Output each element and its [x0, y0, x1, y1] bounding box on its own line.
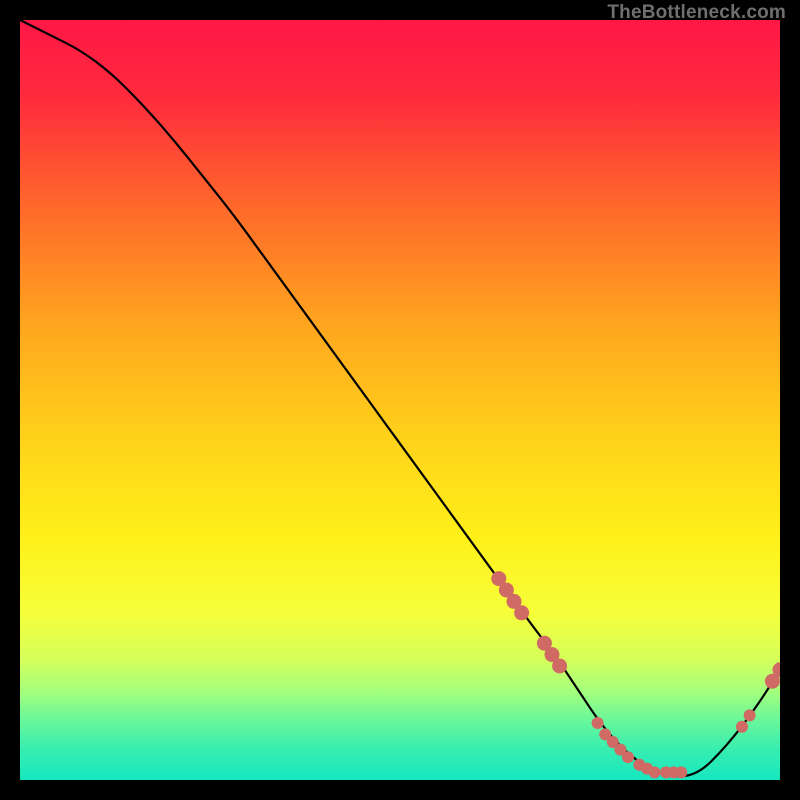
data-marker [744, 709, 756, 721]
data-marker [622, 751, 634, 763]
data-marker [736, 721, 748, 733]
data-marker [592, 717, 604, 729]
data-marker [649, 766, 661, 778]
bottleneck-chart [20, 20, 780, 780]
chart-stage: TheBottleneck.com [0, 0, 800, 800]
attribution-watermark: TheBottleneck.com [607, 2, 786, 24]
data-marker [552, 659, 567, 674]
gradient-background [20, 20, 780, 780]
data-marker [675, 766, 687, 778]
data-marker [514, 605, 529, 620]
